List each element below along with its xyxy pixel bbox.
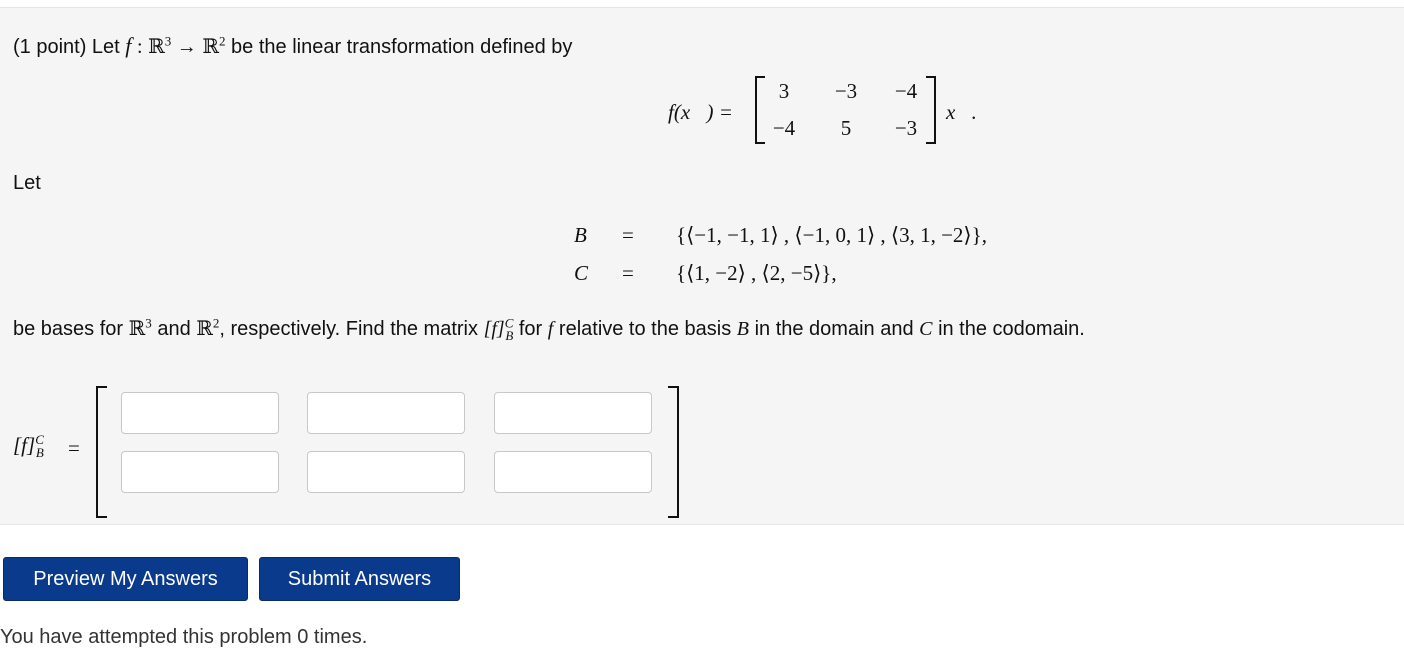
answer-cell-2-2-input[interactable] <box>307 451 465 493</box>
basis-b-value: {⟨−1, −1, 1⟩ , ⟨−1, 0, 1⟩ , ⟨3, 1, −2⟩}, <box>676 223 987 247</box>
basis-b-name: B <box>574 223 587 247</box>
matrix-cell: −3 <box>894 116 918 140</box>
question-text: be bases for ℝ3 and ℝ2, respectively. Fi… <box>13 315 1085 343</box>
equation-rhs: x⃗. <box>946 100 977 124</box>
matrix-cell: −3 <box>834 79 858 103</box>
answer-cell-1-2-input[interactable] <box>307 392 465 434</box>
let-label: Let <box>13 172 41 194</box>
equation-lhs: f(x⃗) = <box>668 100 733 124</box>
answer-label: [f]CB <box>13 432 44 461</box>
basis-c-eq: = <box>622 261 634 285</box>
answer-cell-1-1-input[interactable] <box>121 392 279 434</box>
matrix-cell: 5 <box>840 116 852 140</box>
answer-cell-2-3-input[interactable] <box>494 451 652 493</box>
basis-c-value: {⟨1, −2⟩ , ⟨2, −5⟩}, <box>676 261 837 285</box>
answer-cell-1-3-input[interactable] <box>494 392 652 434</box>
problem-panel: (1 point) Let f : ℝ3 → ℝ2 be the linear … <box>0 7 1404 525</box>
basis-c-name: C <box>574 261 589 285</box>
matrix-right-bracket <box>926 76 936 144</box>
problem-intro: (1 point) Let f : ℝ3 → ℝ2 be the linear … <box>13 33 573 59</box>
matrix-cell: −4 <box>894 79 918 103</box>
answer-right-bracket <box>668 386 679 518</box>
answer-cell-2-1-input[interactable] <box>121 451 279 493</box>
matrix-cell: 3 <box>778 79 790 103</box>
basis-b-eq: = <box>622 223 634 247</box>
answer-left-bracket <box>96 386 107 518</box>
answer-equals: = <box>68 436 80 460</box>
matrix-cell: −4 <box>772 116 796 140</box>
submit-answers-button[interactable]: Submit Answers <box>259 557 460 601</box>
preview-answers-button[interactable]: Preview My Answers <box>3 557 248 601</box>
